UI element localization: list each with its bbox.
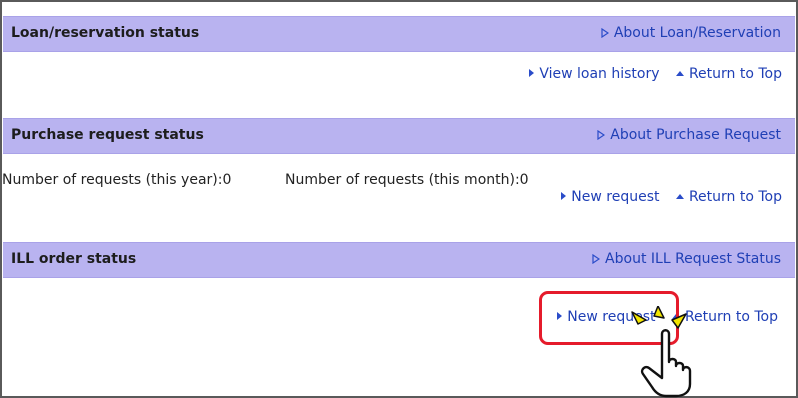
purchase-links: New request Return to Top [561, 189, 782, 205]
loan-section-title: Loan/reservation status [11, 25, 200, 41]
return-to-top-link-2[interactable]: Return to Top [675, 189, 782, 205]
about-loan-link[interactable]: About Loan/Reservation [601, 25, 781, 41]
triangle-right-icon [561, 192, 567, 200]
return-to-top-link-1[interactable]: Return to Top [675, 66, 782, 82]
ill-section-title: ILL order status [11, 251, 137, 267]
about-ill-label: About ILL Request Status [605, 251, 781, 267]
purchase-section-header: Purchase request status About Purchase R… [3, 118, 795, 154]
about-ill-link[interactable]: About ILL Request Status [592, 251, 781, 267]
triangle-up-icon [675, 71, 684, 76]
purchase-new-request-link[interactable]: New request [561, 189, 660, 205]
view-loan-history-label: View loan history [539, 66, 660, 82]
triangle-right-icon [529, 69, 535, 77]
requests-this-month: Number of requests (this month):0 [285, 172, 529, 188]
outline-triangle-right-icon [597, 130, 606, 140]
outline-triangle-right-icon [592, 254, 601, 264]
new-request-label: New request [571, 189, 660, 205]
view-loan-history-link[interactable]: View loan history [529, 66, 660, 82]
purchase-section-title: Purchase request status [11, 127, 204, 143]
ill-section-header: ILL order status About ILL Request Statu… [3, 242, 795, 278]
about-purchase-label: About Purchase Request [610, 127, 781, 143]
loan-section-header: Loan/reservation status About Loan/Reser… [3, 16, 795, 52]
return-to-top-label: Return to Top [688, 66, 782, 82]
pointing-hand-icon [631, 306, 692, 398]
page-frame: Loan/reservation status About Loan/Reser… [0, 0, 798, 398]
about-loan-label: About Loan/Reservation [613, 25, 781, 41]
requests-this-year: Number of requests (this year):0 [2, 172, 232, 188]
loan-links: View loan history Return to Top [529, 66, 782, 82]
outline-triangle-right-icon [601, 28, 609, 38]
return-to-top-label: Return to Top [688, 189, 782, 205]
triangle-up-icon [675, 194, 684, 199]
about-purchase-link[interactable]: About Purchase Request [597, 127, 781, 143]
